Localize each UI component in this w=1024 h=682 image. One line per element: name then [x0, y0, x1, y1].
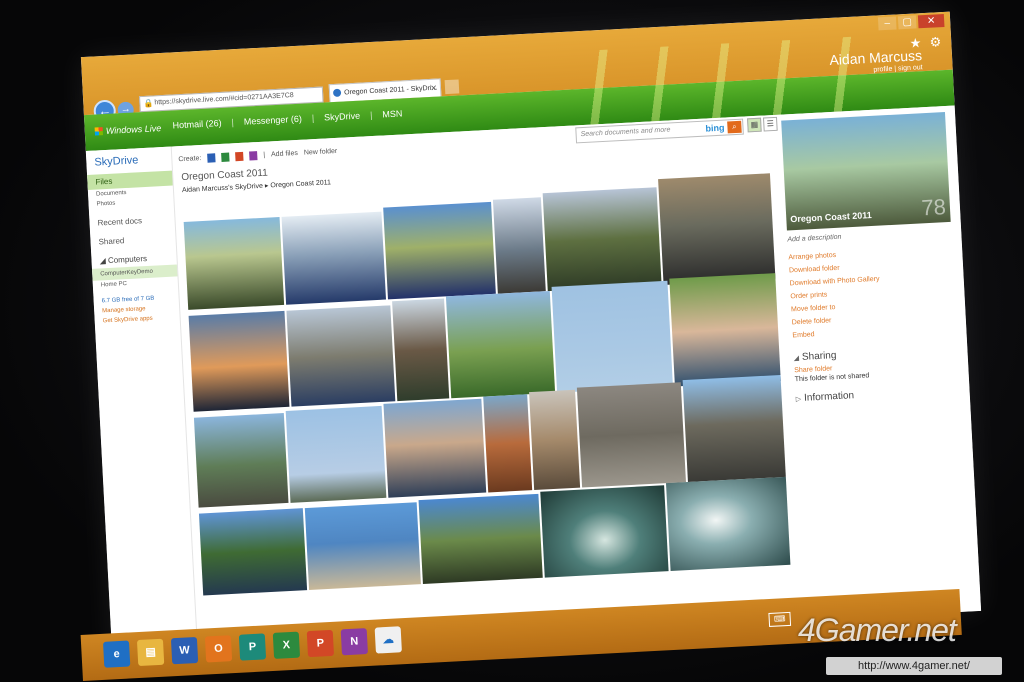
user-panel: Aidan Marcuss profile | sign out — [829, 47, 923, 76]
photo-thumbnail[interactable] — [445, 290, 556, 399]
photo-thumbnail[interactable] — [285, 405, 387, 503]
excel-taskbar-icon[interactable]: X — [272, 631, 301, 659]
powerpoint-doc-icon[interactable] — [235, 151, 244, 161]
photo-thumbnail[interactable] — [492, 197, 546, 294]
photo-thumbnail[interactable] — [286, 305, 396, 407]
add-description-link[interactable]: Add a description — [787, 228, 951, 244]
photo-thumbnail[interactable] — [392, 298, 450, 402]
tab-close-icon[interactable]: ✕ — [430, 80, 438, 97]
onenote-taskbar-icon[interactable]: N — [340, 628, 368, 656]
computers-label: Computers — [107, 253, 148, 266]
folder-cover-photo[interactable]: Oregon Coast 2011 78 — [781, 112, 951, 231]
photo-thumbnail[interactable] — [529, 389, 581, 491]
skydrive-brand[interactable]: SkyDrive — [86, 153, 172, 169]
create-label: Create: — [178, 154, 202, 163]
photo-thumbnail[interactable] — [383, 201, 496, 300]
maximize-button[interactable]: ▢ — [897, 15, 917, 30]
photo-thumbnail[interactable] — [193, 413, 289, 508]
folder-title: Oregon Coast 2011 — [181, 167, 269, 184]
bing-logo: bing — [705, 122, 725, 134]
photo-count: 78 — [920, 194, 947, 221]
ie-taskbar-icon[interactable]: e — [102, 640, 131, 668]
tools-gear-icon[interactable]: ⚙ — [929, 34, 941, 51]
photo-thumbnail[interactable] — [188, 310, 290, 412]
photo-thumbnail[interactable] — [281, 211, 386, 305]
search-icon[interactable]: ⌕ — [727, 120, 742, 134]
photo-thumbnail[interactable] — [483, 394, 533, 493]
photo-thumbnail[interactable] — [682, 374, 786, 482]
breadcrumb-separator: ▸ — [264, 182, 269, 190]
tab-title: Oregon Coast 2011 - SkyDri... — [343, 84, 438, 97]
expand-triangle-icon: ▷ — [795, 395, 802, 404]
thumbnail-view-icon[interactable]: ▦ — [747, 117, 762, 133]
live-taskbar-icon[interactable]: ☁ — [374, 626, 402, 654]
sharing-label: Sharing — [801, 350, 837, 363]
close-button[interactable]: ✕ — [917, 13, 945, 29]
watermark-brand: 4Gamer.net — [798, 612, 957, 648]
collapse-triangle-icon: ◢ — [793, 355, 800, 363]
publisher-taskbar-icon[interactable]: P — [238, 633, 267, 661]
minimize-button[interactable]: – — [877, 16, 897, 31]
nav-separator: | — [311, 113, 315, 124]
search-placeholder: Search documents and more — [580, 126, 671, 139]
photo-thumbnail[interactable] — [542, 187, 662, 292]
photo-thumbnail[interactable] — [383, 398, 487, 498]
photo-thumbnail[interactable] — [304, 502, 421, 590]
photo-thumbnail[interactable] — [198, 508, 308, 596]
keyboard-icon[interactable]: ⌨ — [768, 611, 792, 627]
storage-info: 6.7 GB free of 7 GB Manage storage Get S… — [93, 286, 180, 326]
sidebar-item-shared[interactable]: Shared — [90, 230, 176, 249]
nav-separator: | — [231, 117, 235, 128]
details-pane: Oregon Coast 2011 78 Add a description A… — [771, 106, 981, 621]
photo-thumbnail[interactable] — [665, 476, 791, 572]
powerpoint-taskbar-icon[interactable]: P — [306, 629, 335, 658]
word-taskbar-icon[interactable]: W — [170, 636, 199, 665]
photo-thumbnail[interactable] — [658, 173, 776, 285]
photo-thumbnail[interactable] — [669, 273, 781, 387]
skydrive-window: – ▢ ✕ ★ ⚙ ← → 🔒 https://skydrive.live.co… — [80, 11, 982, 657]
lock-icon: 🔒 — [143, 98, 154, 108]
photo-thumbnail[interactable] — [551, 280, 673, 393]
content-area: SkyDrive Files Documents Photos Recent d… — [85, 105, 982, 657]
taskbar-apps: e ▤ W O P X P N ☁ — [102, 626, 402, 668]
sidebar-item-recent-docs[interactable]: Recent docs — [89, 212, 175, 231]
windows-flag-icon — [94, 127, 104, 136]
nav-separator: | — [369, 110, 373, 121]
get-apps-link[interactable]: Get SkyDrive apps — [102, 313, 171, 327]
photo-thumbnail[interactable] — [576, 382, 686, 488]
explorer-taskbar-icon[interactable]: ▤ — [136, 638, 165, 667]
photo-thumbnail[interactable] — [418, 493, 543, 584]
toolbar-separator: | — [263, 151, 266, 159]
new-tab-button[interactable] — [444, 79, 460, 95]
nav-skydrive[interactable]: SkyDrive — [324, 111, 360, 123]
information-label: Information — [803, 390, 855, 404]
onenote-doc-icon[interactable] — [249, 150, 258, 160]
main-pane: Create: | Add files New folder Search do… — [176, 115, 794, 651]
photo-thumbnail[interactable] — [540, 485, 669, 578]
photo-grid — [180, 165, 793, 645]
projection-photo: – ▢ ✕ ★ ⚙ ← → 🔒 https://skydrive.live.co… — [0, 0, 1024, 682]
information-section-header[interactable]: ▷ Information — [795, 385, 959, 405]
add-files-button[interactable]: Add files — [271, 149, 298, 157]
nav-msn[interactable]: MSN — [382, 108, 402, 119]
tab-favicon-icon — [332, 88, 342, 98]
cover-title: Oregon Coast 2011 — [790, 210, 873, 225]
window-controls: – ▢ ✕ — [877, 13, 945, 31]
photo-thumbnail[interactable] — [183, 217, 285, 310]
outlook-taskbar-icon[interactable]: O — [204, 635, 233, 663]
watermark-url: http://www.4gamer.net/ — [826, 657, 1002, 675]
word-doc-icon[interactable] — [207, 152, 216, 163]
new-folder-button[interactable]: New folder — [304, 147, 338, 156]
excel-doc-icon[interactable] — [221, 152, 230, 162]
